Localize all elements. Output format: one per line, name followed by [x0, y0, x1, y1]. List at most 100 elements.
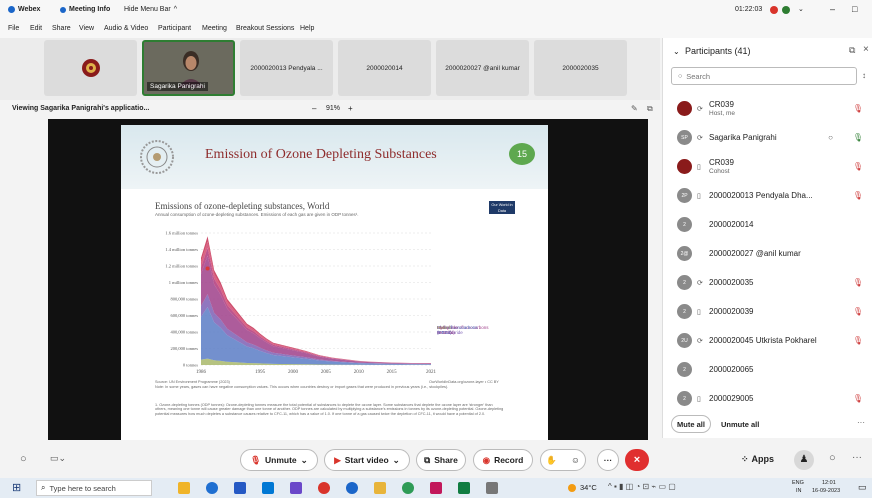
menu-edit[interactable]: Edit [30, 25, 42, 32]
search-input[interactable] [686, 71, 837, 81]
clock-time[interactable]: 12:01 [822, 480, 836, 486]
more-panels-icon[interactable]: ··· [852, 452, 862, 463]
mail-icon[interactable] [262, 482, 274, 494]
folder-icon[interactable] [374, 482, 386, 494]
meeting-info-button[interactable]: Meeting Info [60, 6, 110, 13]
chevron-down-icon[interactable]: ⌄ [673, 47, 680, 56]
participant-row[interactable]: 2 ⟳ 2000020035 🎙 [663, 268, 872, 297]
menu-file[interactable]: File [8, 25, 19, 32]
maximize-button[interactable]: □ [852, 4, 857, 14]
search-box[interactable]: ○ [671, 67, 857, 85]
video-tile-cr039[interactable] [44, 40, 137, 96]
popout-icon[interactable]: ⧉ [647, 104, 653, 114]
menu-audio-video[interactable]: Audio & Video [104, 25, 148, 32]
menu-view[interactable]: View [79, 25, 94, 32]
edge-icon[interactable] [206, 482, 218, 494]
more-options-icon[interactable]: ··· [857, 418, 865, 427]
x-tick-label: 2010 [354, 370, 365, 375]
chrome-icon[interactable] [402, 482, 414, 494]
meeting-controls: ○ ▭⌄ 🎙 Unmute ⌄ ▶ Start video ⌄ ⧉ Share ◉ Reco… [0, 440, 872, 478]
video-tile-2000020027[interactable]: 2000020027 @anil kumar [436, 40, 529, 96]
menu-meeting[interactable]: Meeting [202, 25, 227, 32]
chart-license: OurWorldInData.org/ozone-layer • CC BY [429, 380, 499, 384]
video-tile-sagarika[interactable]: Sagarika Panigrahi [142, 40, 235, 96]
participant-row[interactable]: 2U ⟳ 2000020045 Utkrista Pokharel 🎙 [663, 326, 872, 355]
legend-item: Halons [437, 325, 452, 330]
store-icon[interactable] [234, 482, 246, 494]
unmute-button[interactable]: 🎙 Unmute ⌄ [240, 449, 318, 471]
reactions-group[interactable]: ✋ ☺ [540, 449, 586, 471]
teams-icon[interactable] [290, 482, 302, 494]
raise-hand-icon[interactable]: ✋ [546, 455, 557, 466]
weather-icon [568, 484, 576, 492]
y-tick-label: 600,000 tonnes [171, 313, 199, 319]
webex-taskbar-icon[interactable] [346, 482, 358, 494]
participant-row[interactable]: 2 2000020014 [663, 210, 872, 239]
participant-row[interactable]: 2@ 2000020027 @anil kumar [663, 239, 872, 268]
more-button[interactable]: ··· [597, 449, 619, 471]
settings-icon[interactable] [486, 482, 498, 494]
participant-row[interactable]: 2 ▯ 2000020039 🎙 [663, 297, 872, 326]
opera-icon[interactable] [318, 482, 330, 494]
dropdown-icon[interactable]: ⌄ [798, 5, 804, 13]
language-indicator[interactable]: ENG [792, 480, 804, 486]
hide-menu-bar-button[interactable]: Hide Menu Bar ^ [124, 6, 177, 13]
popout-panel-icon[interactable]: ⧉ [849, 45, 855, 56]
video-off-icon: ▶ [334, 454, 341, 465]
layout-icon[interactable]: ▭⌄ [50, 453, 66, 464]
participant-row[interactable]: 2 2000020065 [663, 355, 872, 384]
sort-icon[interactable]: ↕ [862, 71, 866, 80]
leave-meeting-button[interactable]: × [625, 449, 649, 471]
apps-button[interactable]: ⁘ Apps [741, 454, 774, 465]
viewing-label: Viewing Sagarika Panigrahi's applicatio.… [12, 105, 150, 112]
notification-icon[interactable]: ▭ [858, 482, 867, 493]
start-video-button[interactable]: ▶ Start video ⌄ [324, 449, 410, 471]
participant-row[interactable]: ⟳ CR039 Host, me 🎙 [663, 94, 872, 123]
zoom-out-button[interactable]: – [312, 104, 316, 113]
participant-row[interactable]: SP ⟳ Sagarika Panigrahi ○ 🎙 [663, 123, 872, 152]
participant-name: 2000020035 [709, 278, 754, 287]
chat-icon[interactable]: ○ [829, 452, 836, 464]
share-button[interactable]: ⧉ Share [416, 449, 466, 471]
participant-name: 2000020027 @anil kumar [709, 249, 801, 258]
participant-row[interactable]: ▯ CR039 Cohost 🎙 [663, 152, 872, 181]
video-tile-2000020014[interactable]: 2000020014 [338, 40, 431, 96]
video-tile-name: Sagarika Panigrahi [147, 82, 208, 91]
menu-participant[interactable]: Participant [158, 25, 191, 32]
video-tile-2000020013[interactable]: 2000020013 Pendyala ... [240, 40, 333, 96]
menu-breakout-sessions[interactable]: Breakout Sessions [236, 25, 294, 32]
video-tile-2000020035[interactable]: 2000020035 [534, 40, 627, 96]
avatar [677, 159, 692, 174]
avatar: 2@ [677, 246, 692, 261]
photos-icon[interactable] [430, 482, 442, 494]
participant-row[interactable]: 2 ▯ 2000029005 🎙 [663, 384, 872, 413]
taskbar-search[interactable]: ⌕ Type here to search [36, 480, 152, 496]
participant-name: 2000020014 [709, 220, 754, 229]
excel-icon[interactable] [458, 482, 470, 494]
minimize-button[interactable]: – [830, 4, 835, 14]
chart-area: Emissions of ozone-depleting substances,… [149, 195, 521, 435]
close-icon[interactable]: × [863, 44, 869, 55]
title-bar: Webex Meeting Info Hide Menu Bar ^ 01:22:… [0, 0, 872, 22]
windows-start-icon[interactable]: ⊞ [12, 481, 21, 494]
file-explorer-icon[interactable] [178, 482, 190, 494]
chevron-down-icon: ⌄ [300, 454, 308, 465]
zoom-in-button[interactable]: + [348, 104, 353, 113]
menu-help[interactable]: Help [300, 25, 314, 32]
unmute-all-button[interactable]: Unmute all [721, 420, 759, 429]
avatar: 2 [677, 391, 692, 406]
search-icon: ⌕ [41, 483, 46, 492]
participant-row[interactable]: 2P ▯ 2000020013 Pendyala Dha... 🎙 [663, 181, 872, 210]
slide-title: Emission of Ozone Depleting Substances [205, 147, 437, 162]
participant-name: 2000029005 [709, 394, 754, 403]
participants-button[interactable]: ♟ [794, 450, 814, 470]
reactions-icon[interactable]: ○ [20, 453, 27, 465]
menu-share[interactable]: Share [52, 25, 71, 32]
tray-icons[interactable]: ^ ▪ ▮ ◫ ◔ ⊡ ⌁ ▭ ▢ [608, 482, 676, 491]
record-button[interactable]: ◉ Record [473, 449, 533, 471]
mute-all-button[interactable]: Mute all [671, 415, 711, 433]
university-seal-icon [140, 140, 174, 174]
clock-date[interactable]: 16-09-2023 [812, 488, 840, 494]
emoji-icon[interactable]: ☺ [571, 455, 580, 465]
annotate-icon[interactable]: ✎ [631, 104, 638, 113]
